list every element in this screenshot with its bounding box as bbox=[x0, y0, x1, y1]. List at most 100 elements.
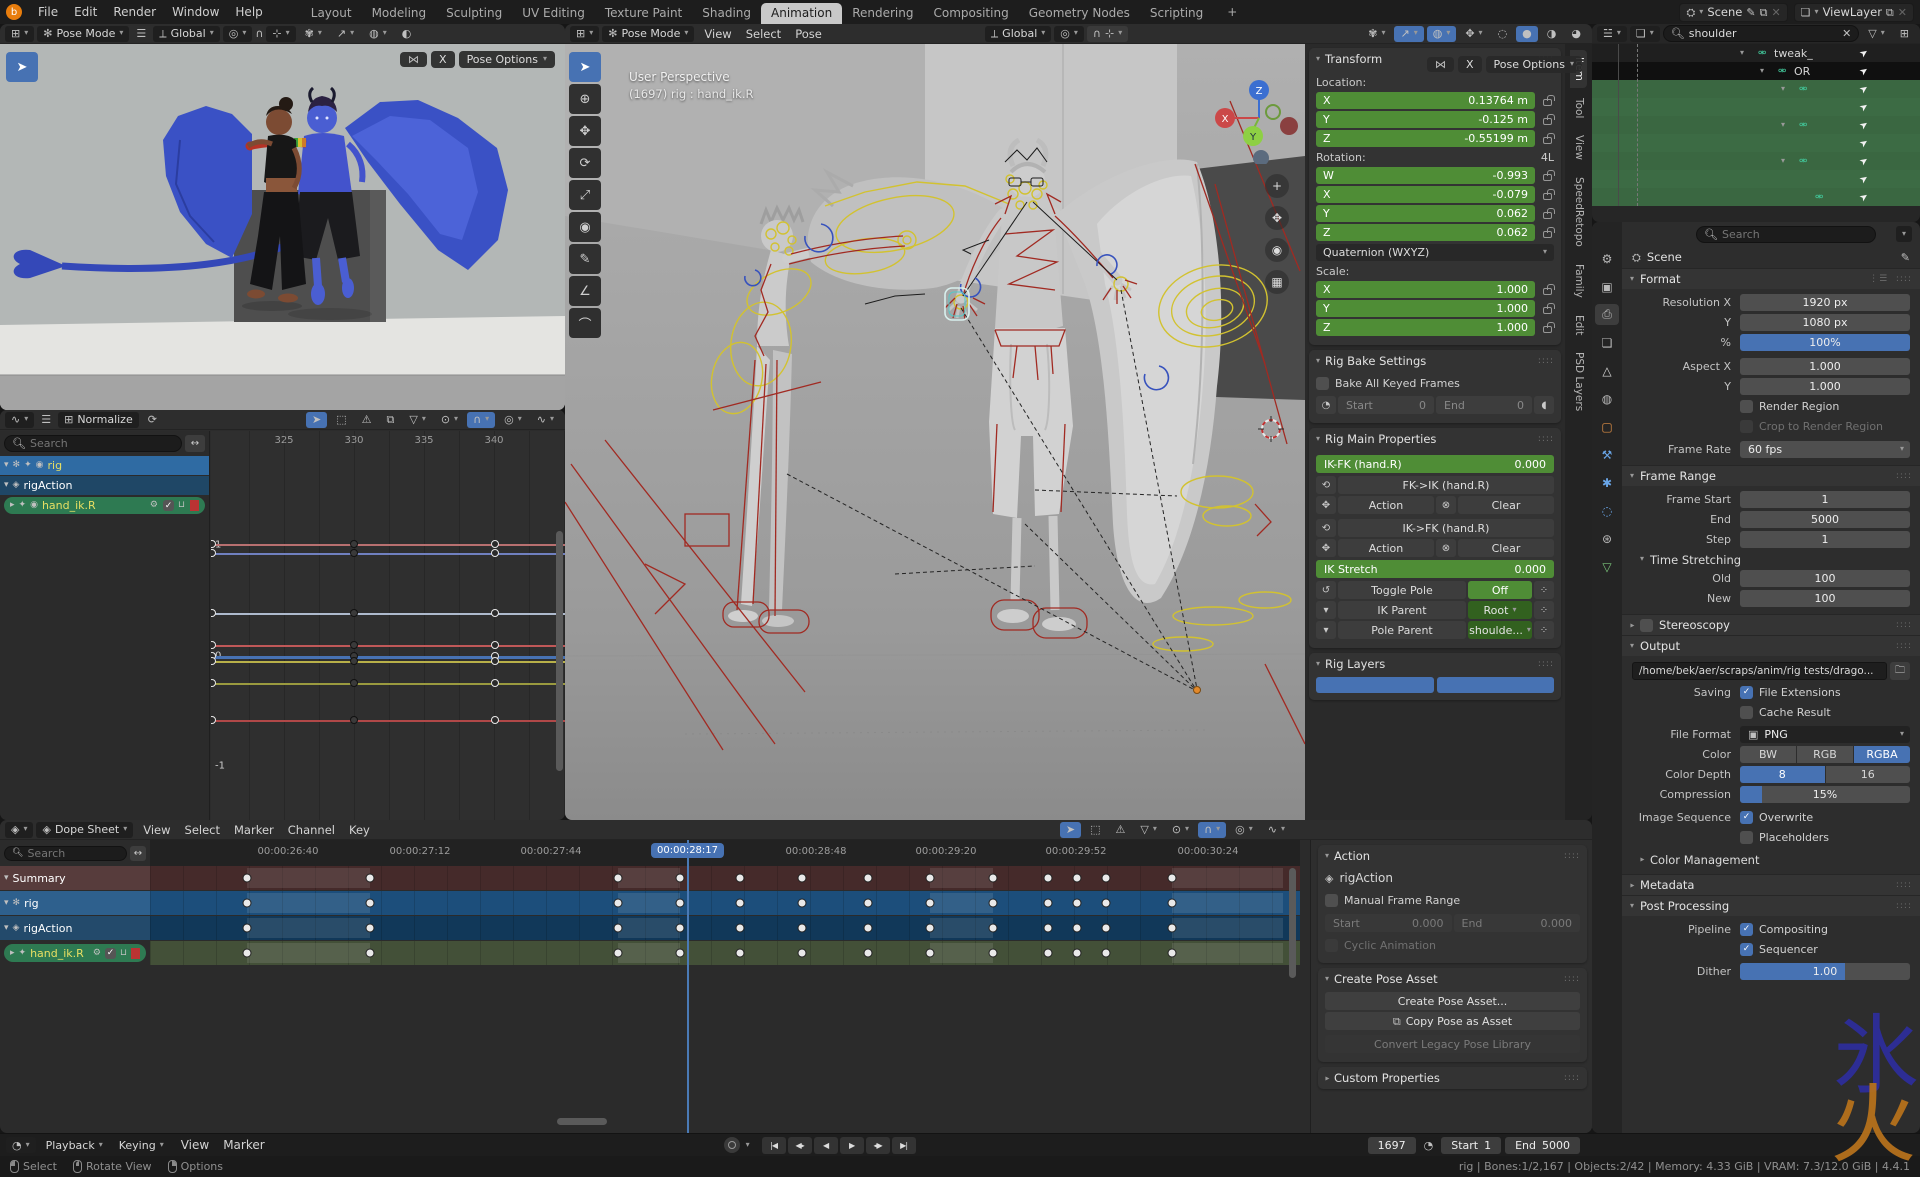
keyframe[interactable] bbox=[989, 874, 998, 883]
fcurve-1[interactable] bbox=[211, 553, 565, 555]
cyclic-animation-checkbox[interactable] bbox=[1325, 939, 1338, 952]
snap-bones-icon[interactable]: ⟲ bbox=[1316, 476, 1336, 494]
properties-tab-tool[interactable]: ⚙ bbox=[1595, 248, 1619, 269]
properties-options-button[interactable]: ▾ bbox=[1896, 226, 1912, 242]
sidebar-tab-edit[interactable]: Edit bbox=[1570, 308, 1587, 342]
properties-tab-physics[interactable]: ◌ bbox=[1595, 500, 1619, 521]
pan-hand-icon[interactable]: ✥ bbox=[1265, 206, 1289, 230]
pin-icon[interactable]: ✦ bbox=[24, 461, 32, 470]
action-panel-header[interactable]: ▾Action:::: bbox=[1318, 845, 1587, 867]
action-icon[interactable]: ◈ bbox=[13, 481, 20, 490]
dither-slider[interactable]: 1.00 bbox=[1740, 963, 1910, 980]
playhead[interactable]: 00:00:28:17 bbox=[687, 840, 689, 1133]
chevron-down-icon[interactable]: ▾ bbox=[4, 874, 9, 883]
keyframe[interactable] bbox=[1073, 924, 1082, 933]
lock-icon[interactable] bbox=[1540, 303, 1554, 314]
overlays-button[interactable]: ◍▾ bbox=[1427, 26, 1457, 42]
timer-icon[interactable]: ◔ bbox=[1316, 396, 1336, 414]
clear-search-icon[interactable]: ✕ bbox=[1842, 28, 1851, 39]
keyframe[interactable] bbox=[676, 899, 685, 908]
pole-parent-dropdown[interactable]: shoulde...▾ bbox=[1468, 621, 1532, 639]
tool-move-button[interactable]: ✥ bbox=[569, 116, 601, 146]
properties-tab-world[interactable]: ◍ bbox=[1595, 388, 1619, 409]
color-option-rgb[interactable]: RGB bbox=[1797, 746, 1853, 763]
keyframe[interactable] bbox=[864, 949, 873, 958]
filter-display-button[interactable]: ❏▾ bbox=[1630, 26, 1660, 42]
snap-bones-icon[interactable]: ⟲ bbox=[1316, 519, 1336, 537]
tool-transform-button[interactable]: ◉ bbox=[569, 212, 601, 242]
active-tool-button[interactable]: ➤ bbox=[6, 52, 38, 82]
keyframe[interactable] bbox=[211, 641, 216, 649]
lock-icon[interactable] bbox=[1540, 189, 1554, 200]
workspace-tab-geometry-nodes[interactable]: Geometry Nodes bbox=[1019, 3, 1140, 24]
keyframe[interactable] bbox=[926, 899, 935, 908]
overwrite-checkbox[interactable]: ✓ bbox=[1740, 811, 1753, 824]
workspace-tab-shading[interactable]: Shading bbox=[692, 3, 761, 24]
rotation-x-field[interactable]: X-0.079 bbox=[1316, 186, 1535, 203]
properties-search-input[interactable] bbox=[1722, 228, 1868, 241]
keyframe[interactable] bbox=[1073, 949, 1082, 958]
convert-legacy-pose-button[interactable]: Convert Legacy Pose Library bbox=[1325, 1035, 1580, 1053]
keyframe[interactable] bbox=[350, 679, 358, 687]
keyframe[interactable] bbox=[1044, 949, 1053, 958]
sidebar-tab-speedretopo[interactable]: SpeedRetopo bbox=[1570, 170, 1587, 254]
keyframe[interactable] bbox=[1102, 874, 1111, 883]
pose-icon[interactable]: ✥ bbox=[1316, 496, 1336, 514]
workspace-tab-layout[interactable]: Layout bbox=[301, 3, 362, 24]
proportional-edit-button[interactable]: ⊹▾ bbox=[266, 26, 295, 42]
horizontal-scrollbar[interactable] bbox=[557, 1118, 607, 1125]
play-button[interactable]: ▶ bbox=[840, 1137, 864, 1154]
properties-tab-modifiers[interactable]: ⚒ bbox=[1595, 444, 1619, 465]
tool-cursor-button[interactable]: ⊕ bbox=[569, 84, 601, 114]
properties-tab-render[interactable]: ▣ bbox=[1595, 276, 1619, 297]
grid-ortho-icon[interactable]: ▦ bbox=[1265, 270, 1289, 294]
keyframe[interactable] bbox=[491, 609, 499, 617]
ik-fk-clear-button[interactable]: Clear bbox=[1458, 539, 1554, 557]
create-pose-asset-header[interactable]: ▾Create Pose Asset:::: bbox=[1318, 968, 1587, 990]
sidebar-tab-psd-layers[interactable]: PSD Layers bbox=[1570, 345, 1587, 418]
properties-tab-output[interactable]: ⎙ bbox=[1595, 304, 1619, 325]
pin-icon[interactable]: ✎ bbox=[1746, 7, 1755, 18]
post-processing-panel-header[interactable]: ▾Post Processing:::: bbox=[1622, 895, 1920, 916]
dope-search-input[interactable] bbox=[27, 847, 119, 860]
pose-icon[interactable]: ✥ bbox=[1316, 539, 1336, 557]
workspace-tab-animation[interactable]: Animation bbox=[761, 3, 842, 24]
visibility-button[interactable]: ✾▾ bbox=[1362, 26, 1391, 42]
keyframe[interactable] bbox=[1168, 874, 1177, 883]
channel-rigAction[interactable]: ▾◈rigAction bbox=[0, 476, 209, 495]
workspace-tab-texture-paint[interactable]: Texture Paint bbox=[595, 3, 692, 24]
workspace-tab-modeling[interactable]: Modeling bbox=[362, 3, 437, 24]
main-3d-viewport[interactable]: ⊞▾ ✻Pose Mode▾ ViewSelectPose ⟂Global▾ ◎… bbox=[565, 24, 1592, 820]
keyframe[interactable] bbox=[798, 949, 807, 958]
cache-result-checkbox[interactable] bbox=[1740, 706, 1753, 719]
create-pose-asset-button[interactable]: Create Pose Asset... bbox=[1325, 992, 1580, 1010]
keyframe[interactable] bbox=[243, 899, 252, 908]
sequencer-checkbox[interactable]: ✓ bbox=[1740, 943, 1753, 956]
keyframe[interactable] bbox=[1073, 874, 1082, 883]
next-keyframe-button[interactable]: ◂▶ bbox=[866, 1137, 890, 1154]
mirror-x-toggle[interactable]: ⋈ bbox=[400, 52, 427, 67]
snap-icon[interactable]: ∩▾ bbox=[1198, 822, 1226, 838]
graph-curve-area[interactable]: 32533033534010-1 bbox=[211, 431, 565, 820]
pose-options-dropdown[interactable]: Pose Options▾ bbox=[1486, 56, 1582, 73]
keyframe[interactable] bbox=[614, 899, 623, 908]
scale-x-field[interactable]: X1.000 bbox=[1316, 281, 1535, 298]
dope-timeline-ruler[interactable]: 00:00:26:4000:00:27:1200:00:27:4400:00:2… bbox=[150, 840, 1300, 866]
keying-menu[interactable]: Keying▾ bbox=[113, 1137, 170, 1153]
keyframe[interactable] bbox=[350, 609, 358, 617]
keyframe[interactable] bbox=[350, 549, 358, 557]
keyframe[interactable] bbox=[989, 949, 998, 958]
chevron-down-icon[interactable]: ▾ bbox=[4, 481, 9, 490]
properties-tab-scene[interactable]: △ bbox=[1595, 360, 1619, 381]
action-end-field[interactable]: End0.000 bbox=[1454, 914, 1581, 932]
dope-menu-key[interactable]: Key bbox=[342, 823, 377, 837]
menu-window[interactable]: Window bbox=[164, 4, 227, 20]
tool-tweak-select-button[interactable]: ➤ bbox=[569, 52, 601, 82]
rotation-y-field[interactable]: Y0.062 bbox=[1316, 205, 1535, 222]
blender-logo-icon[interactable]: b bbox=[6, 4, 22, 20]
keyframe[interactable] bbox=[926, 924, 935, 933]
menu-file[interactable]: File bbox=[30, 4, 66, 20]
action-name[interactable]: rigAction bbox=[1339, 871, 1392, 885]
graph-search[interactable]: 🔍︎ bbox=[4, 435, 182, 452]
keyframe[interactable] bbox=[798, 899, 807, 908]
